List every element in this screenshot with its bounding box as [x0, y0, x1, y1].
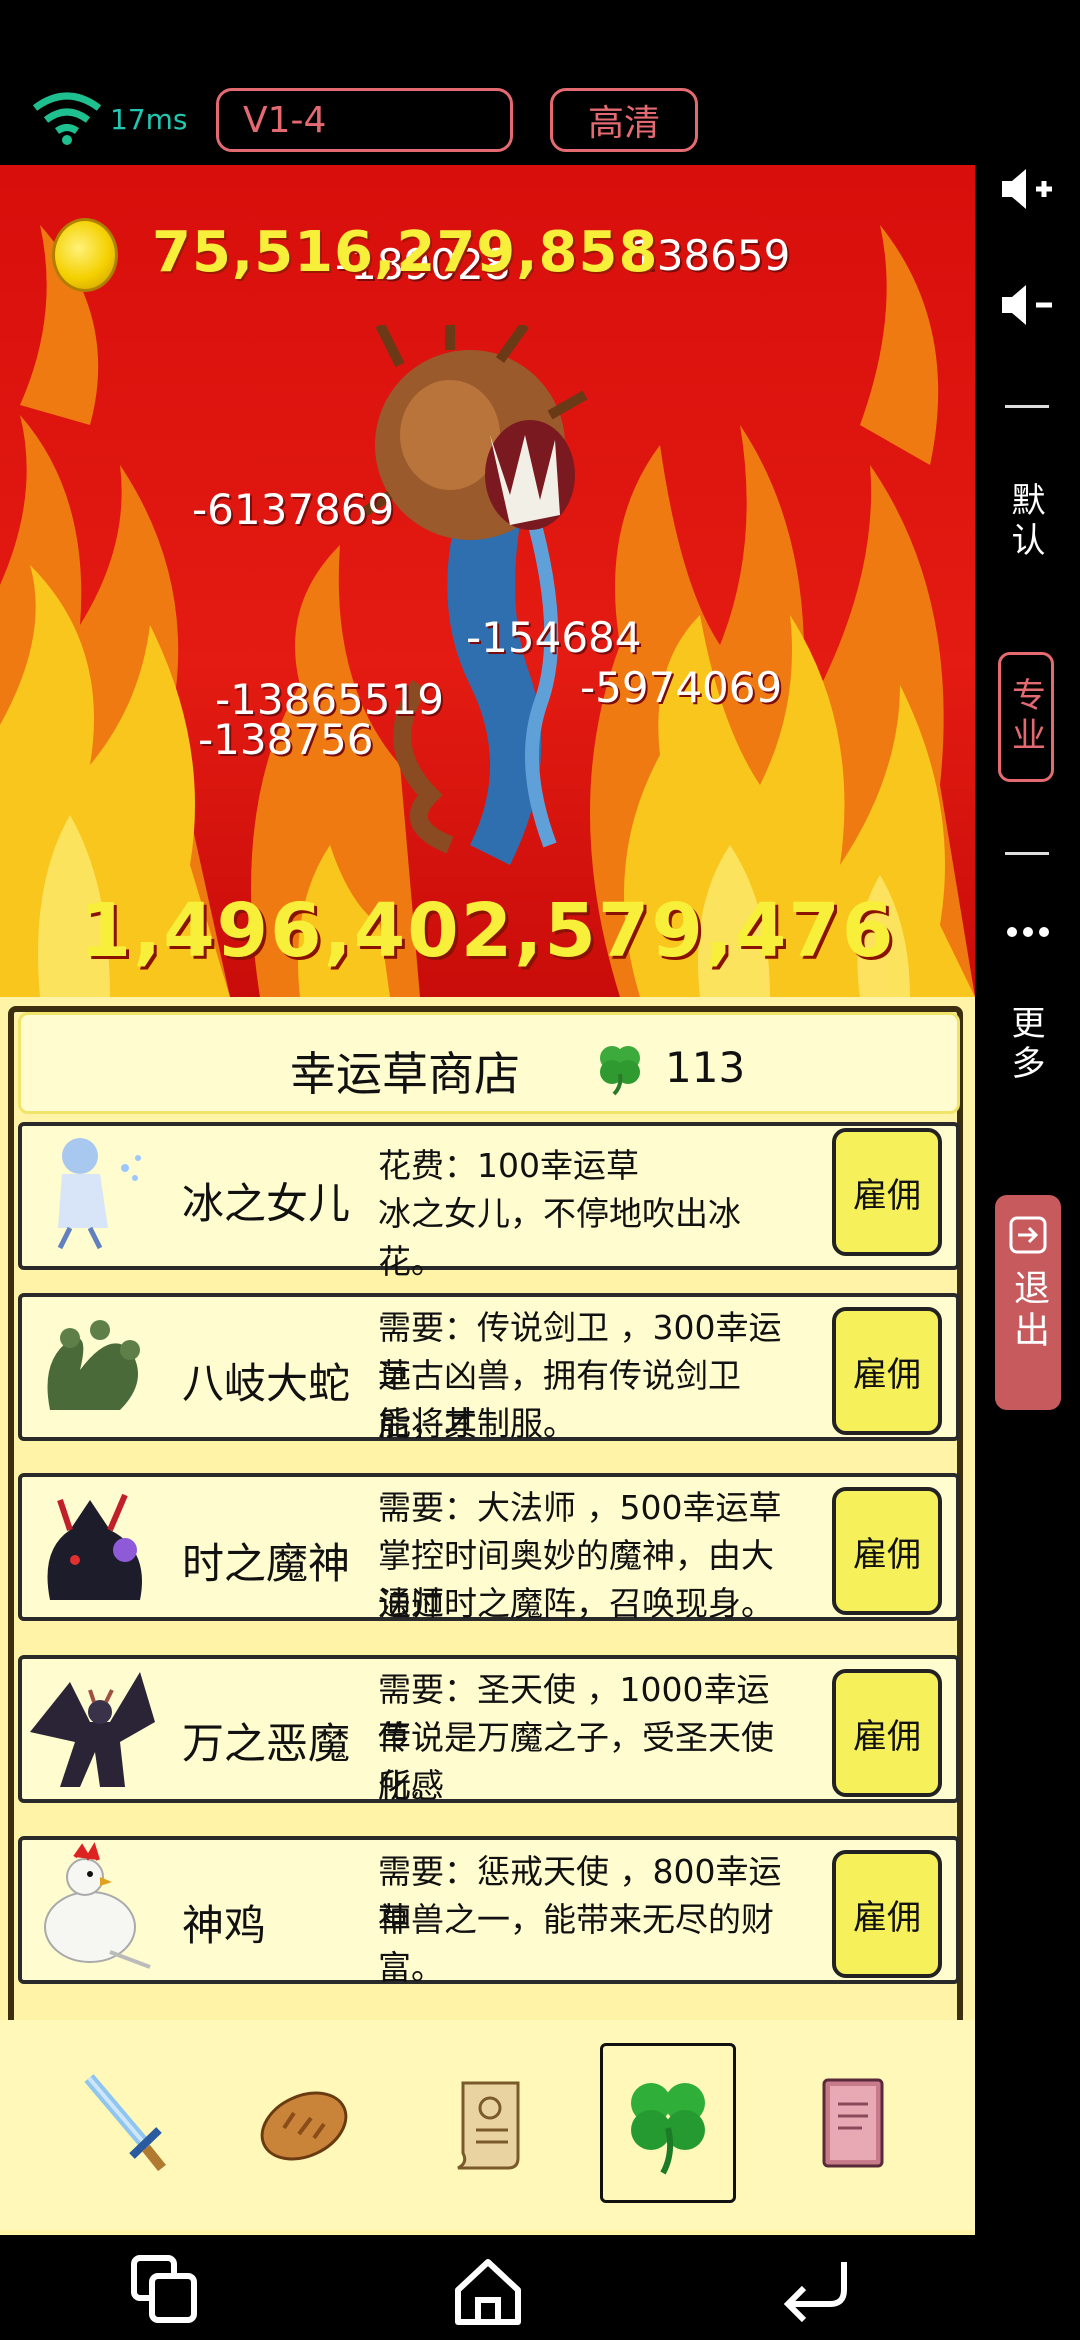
divine-chicken-portrait	[44, 1842, 151, 1969]
scroll-icon	[457, 2081, 520, 2170]
default-mode-button[interactable]: 默认	[1005, 482, 1050, 562]
orochi-portrait	[47, 1320, 140, 1410]
battle-scene[interactable]: -189028 138659 -6137869 -154684 -1386551…	[0, 165, 975, 997]
gold-amount: 75,516,279,858	[152, 220, 659, 285]
damage-number: -138756	[198, 715, 374, 764]
item-name: 八岐大蛇	[182, 1359, 351, 1408]
item-desc-line: 能将其制服。	[378, 1404, 576, 1443]
ice-daughter-portrait	[57, 1138, 141, 1250]
time-demon-portrait	[47, 1493, 142, 1600]
volume-up-icon[interactable]	[998, 165, 1056, 213]
back-icon[interactable]	[774, 2250, 854, 2330]
recent-apps-icon[interactable]	[124, 2250, 204, 2330]
tab-food[interactable]	[236, 2043, 372, 2203]
more-dots-icon[interactable]	[1004, 924, 1052, 944]
item-desc-line: 冰之女儿，不停地吹出冰花。	[378, 1194, 741, 1281]
damage-number: -5974069	[580, 663, 783, 712]
sword-icon	[84, 2074, 166, 2172]
more-button[interactable]: 更多	[1005, 1005, 1050, 1085]
exit-button[interactable]: 退出	[995, 1195, 1061, 1410]
item-desc-line: 神兽之一，能带来无尽的财富。	[378, 1900, 774, 1987]
item-name: 冰之女儿	[182, 1179, 351, 1228]
boss-hp: 1,496,402,579,476	[79, 888, 896, 974]
clover-count: 113	[665, 1043, 746, 1092]
exit-label: 退出	[1008, 1269, 1049, 1353]
clover-icon	[631, 2083, 705, 2175]
dragon-boss[interactable]	[360, 325, 620, 885]
gold-coin-icon	[52, 218, 118, 292]
damage-number: -154684	[466, 613, 642, 662]
hire-button[interactable]: 雇佣	[832, 1850, 942, 1978]
item-name: 神鸡	[182, 1901, 267, 1950]
exit-icon	[1009, 1216, 1047, 1254]
item-name: 万之恶魔	[182, 1719, 351, 1768]
quality-button[interactable]: 高清	[550, 88, 698, 152]
tab-weapons[interactable]	[56, 2043, 192, 2203]
item-name: 时之魔神	[182, 1539, 351, 1588]
status-bar	[0, 0, 1080, 165]
clover-icon	[600, 1046, 640, 1096]
tab-scrolls[interactable]	[420, 2043, 556, 2203]
home-icon[interactable]	[448, 2250, 528, 2330]
item-desc-line: 需要：大法师 ，500幸运草	[378, 1488, 782, 1527]
divider	[1005, 405, 1049, 408]
hire-button[interactable]: 雇佣	[832, 1128, 942, 1256]
divider	[1005, 852, 1049, 855]
damage-number: -6137869	[192, 485, 395, 534]
myriad-demon-portrait	[30, 1672, 155, 1787]
item-desc-line: 化。	[378, 1766, 444, 1805]
tab-clover-shop[interactable]	[600, 2043, 736, 2203]
latency-text: 17ms	[110, 103, 188, 136]
book-icon	[822, 2078, 884, 2168]
pro-mode-button[interactable]: 专业	[998, 652, 1054, 782]
bread-icon	[260, 2091, 348, 2161]
shop-title: 幸运草商店	[290, 1047, 520, 1101]
hire-button[interactable]: 雇佣	[832, 1307, 942, 1435]
hire-button[interactable]: 雇佣	[832, 1669, 942, 1797]
item-desc-line: 通过时之魔阵，召唤现身。	[378, 1584, 774, 1623]
tab-book[interactable]	[784, 2043, 920, 2203]
hire-button[interactable]: 雇佣	[832, 1487, 942, 1615]
version-button[interactable]: V1-4	[216, 88, 513, 152]
item-desc-line: 花费：100幸运草	[378, 1146, 639, 1185]
volume-down-icon[interactable]	[998, 281, 1056, 329]
wifi-icon	[32, 92, 102, 145]
